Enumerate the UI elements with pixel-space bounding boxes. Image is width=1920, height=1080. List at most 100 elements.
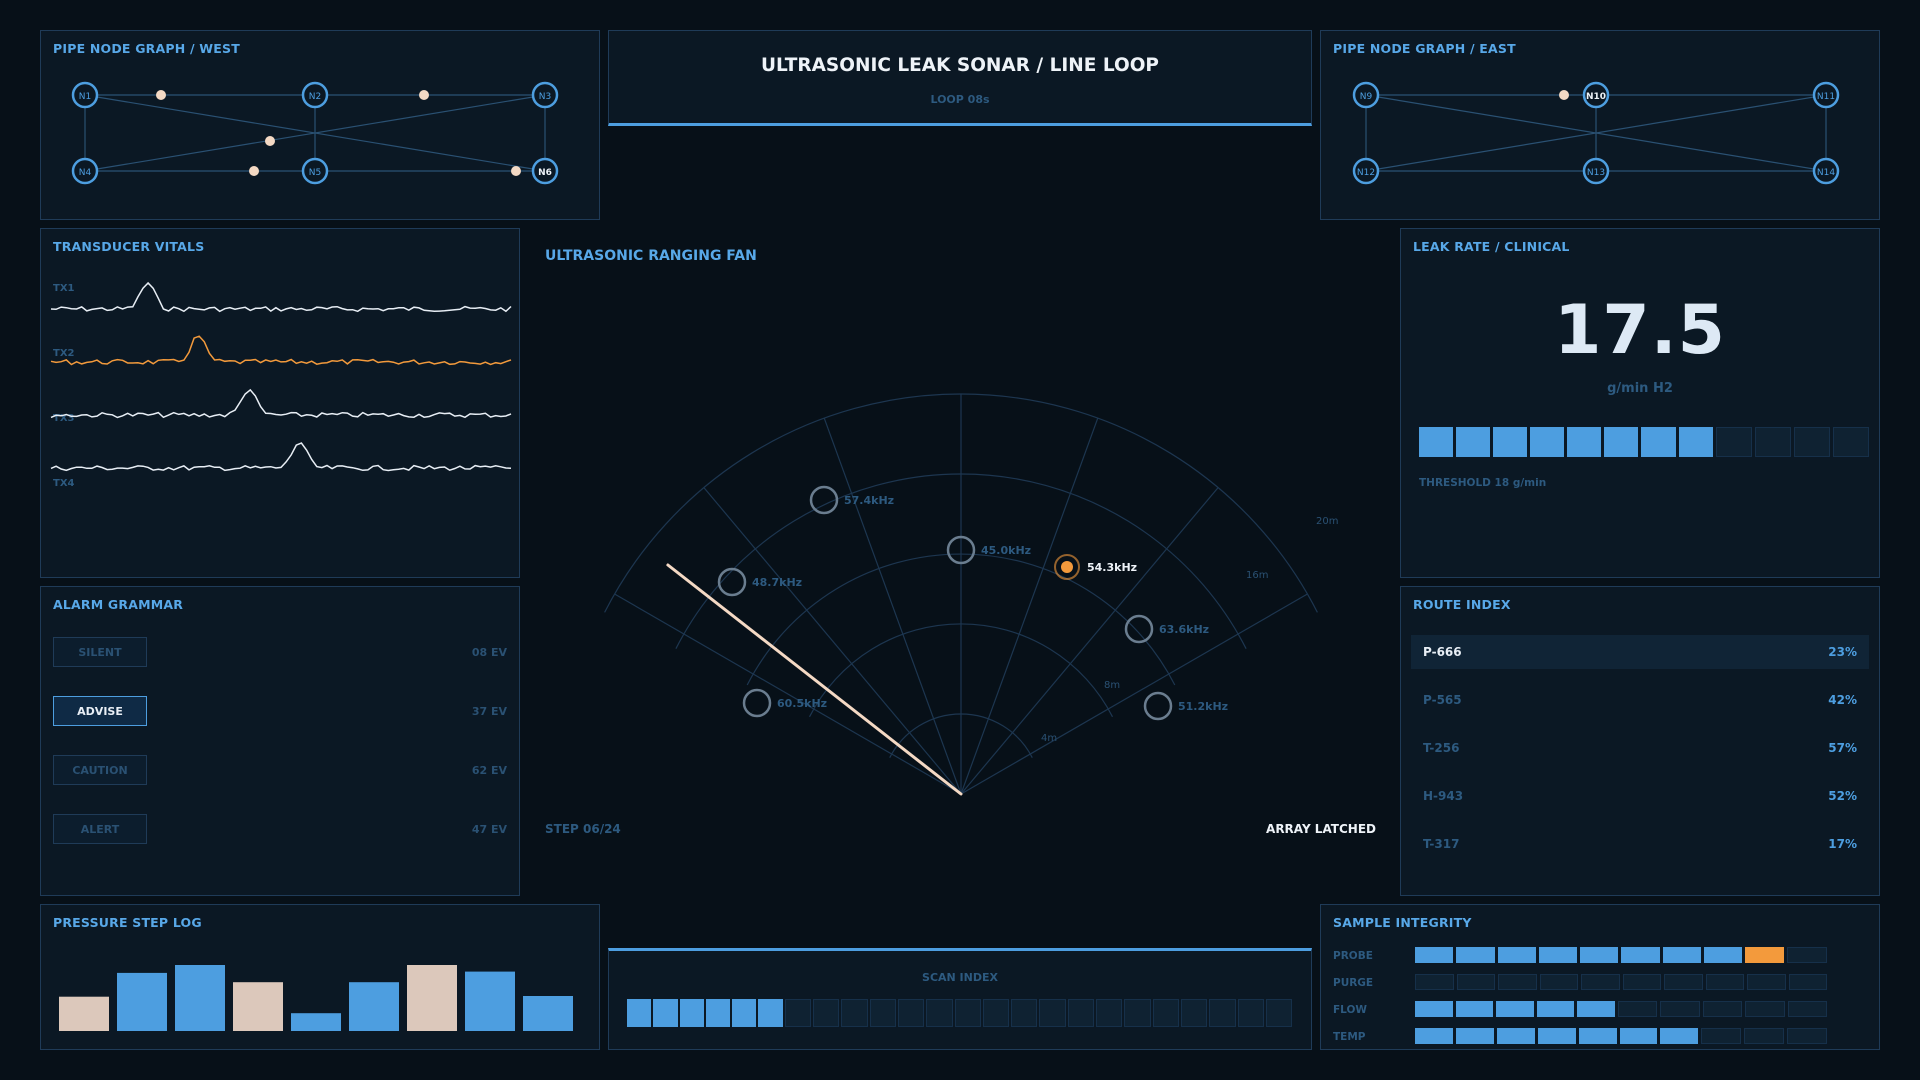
leak-meter-segment bbox=[1678, 427, 1713, 457]
integrity-bar-flow bbox=[1415, 1001, 1827, 1017]
ring-label-20m: 20m bbox=[1316, 516, 1338, 527]
alarm-alert-button[interactable]: ALERT bbox=[53, 814, 147, 844]
integrity-segment bbox=[1415, 947, 1454, 963]
route-id: P-565 bbox=[1423, 693, 1462, 707]
sonar-target-active[interactable]: 54.3kHz bbox=[1054, 554, 1137, 580]
flow-packet bbox=[1559, 90, 1569, 100]
route-pct: 57% bbox=[1828, 741, 1857, 755]
route-row[interactable]: P-666 23% bbox=[1411, 635, 1869, 669]
scan-segment bbox=[1265, 999, 1293, 1027]
scan-index-title: SCAN INDEX bbox=[922, 971, 998, 984]
svg-text:N1: N1 bbox=[79, 92, 91, 102]
scan-segment bbox=[1237, 999, 1264, 1027]
page-title: ULTRASONIC LEAK SONAR / LINE LOOP bbox=[761, 55, 1159, 76]
scan-segment bbox=[954, 999, 981, 1027]
ranging-fan-area: ULTRASONIC RANGING FAN 4m 8m 16m 20m 57.… bbox=[528, 228, 1392, 848]
leak-meter-segment bbox=[1493, 427, 1528, 457]
integrity-bar-probe bbox=[1415, 947, 1827, 963]
integrity-segment bbox=[1705, 974, 1744, 990]
pipe-node-n13[interactable]: N13 bbox=[1582, 157, 1610, 185]
integrity-segment bbox=[1538, 947, 1578, 963]
alarm-advise-button[interactable]: ADVISE bbox=[53, 696, 147, 726]
pressure-bar bbox=[117, 972, 167, 1031]
pipe-node-n10[interactable]: N10 bbox=[1582, 81, 1610, 109]
route-row[interactable]: H-943 52% bbox=[1411, 779, 1869, 813]
sonar-target[interactable]: 51.2kHz bbox=[1143, 691, 1228, 721]
sonar-target[interactable]: 63.6kHz bbox=[1124, 614, 1209, 644]
alarm-silent-count: 08 EV bbox=[471, 646, 507, 659]
scan-segment bbox=[813, 999, 840, 1027]
pipe-node-n11[interactable]: N11 bbox=[1812, 81, 1840, 109]
scan-segment bbox=[1096, 999, 1123, 1027]
pipe-node-n9[interactable]: N9 bbox=[1352, 81, 1380, 109]
alarm-advise-count: 37 EV bbox=[471, 705, 507, 718]
sonar-target[interactable]: 57.4kHz bbox=[809, 485, 894, 515]
scan-segment bbox=[679, 999, 704, 1027]
integrity-label-probe: PROBE bbox=[1333, 950, 1373, 962]
scan-segment bbox=[926, 999, 953, 1027]
scan-segment bbox=[758, 999, 783, 1027]
scan-segment bbox=[1039, 999, 1066, 1027]
transducer-vitals-panel: TRANSDUCER VITALS TX1 TX2 TX3 TX4 bbox=[40, 228, 520, 578]
leak-rate-title: LEAK RATE / CLINICAL bbox=[1413, 239, 1570, 254]
pressure-bar bbox=[175, 965, 225, 1031]
fan-step-counter: STEP 06/24 bbox=[545, 822, 621, 836]
svg-text:N3: N3 bbox=[539, 92, 551, 102]
scan-segment bbox=[627, 999, 652, 1027]
scan-index-panel: SCAN INDEX bbox=[608, 948, 1312, 1050]
leak-meter-segment bbox=[1754, 427, 1791, 457]
integrity-segment bbox=[1456, 974, 1495, 990]
route-row[interactable]: T-256 57% bbox=[1411, 731, 1869, 765]
svg-text:N11: N11 bbox=[1817, 92, 1835, 102]
pipe-node-n6[interactable]: N6 bbox=[531, 157, 559, 185]
header-panel: ULTRASONIC LEAK SONAR / LINE LOOP LOOP 0… bbox=[608, 30, 1312, 126]
leak-rate-meter bbox=[1419, 427, 1869, 457]
scan-segment bbox=[784, 999, 812, 1027]
integrity-segment bbox=[1617, 1001, 1657, 1017]
alarm-alert-count: 47 EV bbox=[471, 823, 507, 836]
pipe-node-n12[interactable]: N12 bbox=[1352, 157, 1380, 185]
route-row[interactable]: T-317 17% bbox=[1411, 827, 1869, 861]
integrity-label-flow: FLOW bbox=[1333, 1004, 1367, 1016]
pipe-node-n4[interactable]: N4 bbox=[71, 157, 99, 185]
fan-bearing-line bbox=[703, 487, 962, 795]
route-row[interactable]: P-565 42% bbox=[1411, 683, 1869, 717]
integrity-segment bbox=[1621, 947, 1660, 963]
route-id: P-666 bbox=[1423, 645, 1462, 659]
svg-text:57.4kHz: 57.4kHz bbox=[844, 494, 894, 507]
sonar-target[interactable]: 60.5kHz bbox=[742, 688, 827, 718]
alarm-silent-button[interactable]: SILENT bbox=[53, 637, 147, 667]
svg-text:N6: N6 bbox=[538, 168, 552, 178]
integrity-segment bbox=[1622, 974, 1661, 990]
tx3-trace bbox=[50, 388, 512, 419]
svg-text:N2: N2 bbox=[309, 92, 321, 102]
pipe-node-n14[interactable]: N14 bbox=[1812, 157, 1840, 185]
tx1-trace bbox=[50, 281, 512, 313]
route-index-title: ROUTE INDEX bbox=[1413, 597, 1511, 612]
scan-segment bbox=[1209, 999, 1236, 1027]
integrity-segment bbox=[1701, 1028, 1742, 1044]
vitals-traces bbox=[50, 281, 512, 472]
svg-text:63.6kHz: 63.6kHz bbox=[1159, 623, 1209, 636]
pipe-node-n1[interactable]: N1 bbox=[71, 81, 99, 109]
integrity-segment bbox=[1702, 1001, 1742, 1017]
pipe-node-n3[interactable]: N3 bbox=[531, 81, 559, 109]
pipe-graph-east-panel: PIPE NODE GRAPH / EAST N9 N10 N11 N12 N1… bbox=[1320, 30, 1880, 220]
integrity-segment bbox=[1497, 947, 1536, 963]
integrity-segment bbox=[1496, 1001, 1534, 1017]
pipe-node-n2[interactable]: N2 bbox=[301, 81, 329, 109]
tx4-trace bbox=[50, 442, 512, 472]
scan-segment bbox=[869, 999, 896, 1027]
alarm-caution-button[interactable]: CAUTION bbox=[53, 755, 147, 785]
integrity-segment bbox=[1744, 1028, 1785, 1044]
scan-segment bbox=[982, 999, 1010, 1027]
route-id: T-256 bbox=[1423, 741, 1460, 755]
leak-meter-segment bbox=[1793, 427, 1830, 457]
pipe-node-n5[interactable]: N5 bbox=[301, 157, 329, 185]
scan-segment bbox=[1152, 999, 1179, 1027]
svg-text:60.5kHz: 60.5kHz bbox=[777, 697, 827, 710]
sonar-target[interactable]: 48.7kHz bbox=[717, 567, 802, 597]
integrity-segment bbox=[1745, 947, 1784, 963]
integrity-segment bbox=[1747, 974, 1786, 990]
route-pct: 17% bbox=[1828, 837, 1857, 851]
